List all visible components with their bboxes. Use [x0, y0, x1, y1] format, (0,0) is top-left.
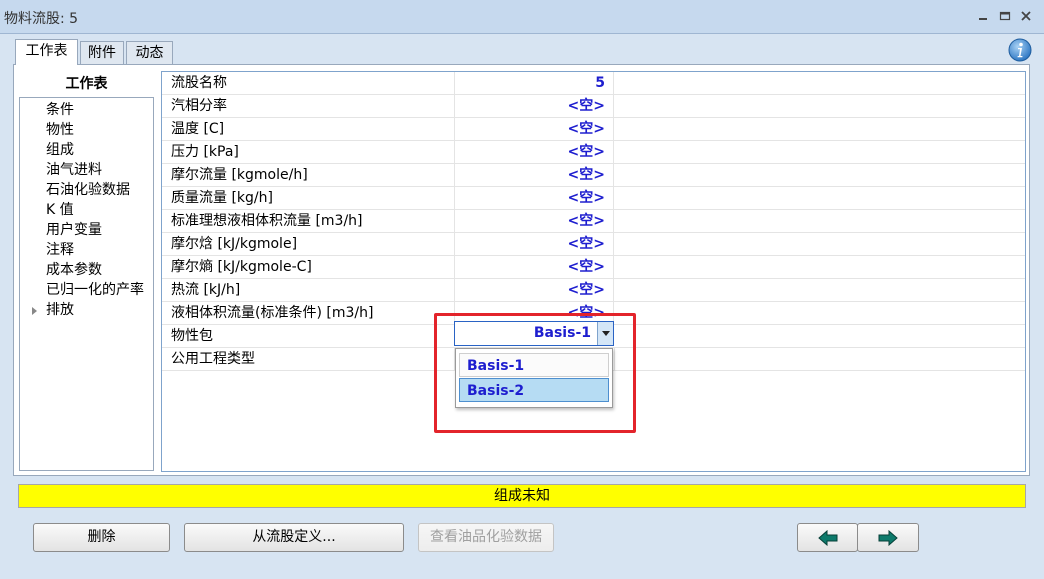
nav-tree: 条件 物性 组成 油气进料 石油化验数据 K 值 用户变量 注释 成本参数 已归… — [19, 97, 154, 471]
mass-flow-value[interactable]: <空> — [454, 187, 614, 209]
info-icon[interactable] — [1008, 38, 1032, 62]
next-button[interactable] — [857, 523, 919, 552]
row-label: 液相体积流量(标准条件) [m3/h] — [171, 305, 374, 321]
heat-flow-value[interactable]: <空> — [454, 279, 614, 301]
view-assay-button[interactable]: 查看油品化验数据 — [418, 523, 554, 552]
row-label: 物性包 — [171, 328, 213, 344]
row-label: 摩尔流量 [kgmole/h] — [171, 167, 308, 183]
previous-button[interactable] — [797, 523, 858, 552]
nav-item-emissions[interactable]: 排放 — [46, 300, 74, 320]
row-label: 公用工程类型 — [171, 351, 255, 367]
molar-enthalpy-value[interactable]: <空> — [454, 233, 614, 255]
row-label: 流股名称 — [171, 75, 227, 91]
row-label: 质量流量 [kg/h] — [171, 190, 273, 206]
table-row: 摩尔流量 [kgmole/h] <空> — [162, 164, 1025, 187]
highlight-annotation — [434, 313, 636, 433]
nav-title: 工作表 — [65, 76, 108, 92]
nav-item-conditions[interactable]: 条件 — [46, 100, 74, 120]
pressure-value[interactable]: <空> — [454, 141, 614, 163]
std-liquid-volume-flow-value[interactable]: <空> — [454, 210, 614, 232]
nav-item-petroleum-assay[interactable]: 石油化验数据 — [46, 180, 130, 200]
molar-flow-value[interactable]: <空> — [454, 164, 614, 186]
table-row: 热流 [kJ/h] <空> — [162, 279, 1025, 302]
status-bar: 组成未知 — [18, 484, 1026, 508]
temperature-value[interactable]: <空> — [454, 118, 614, 140]
arrow-right-icon — [878, 529, 898, 546]
tab-dynamics[interactable]: 动态 — [126, 41, 173, 65]
nav-item-k-value[interactable]: K 值 — [46, 200, 74, 220]
vapour-fraction-value[interactable]: <空> — [454, 95, 614, 117]
row-label: 摩尔焓 [kJ/kgmole] — [171, 236, 298, 252]
table-row: 质量流量 [kg/h] <空> — [162, 187, 1025, 210]
nav-item-notes[interactable]: 注释 — [46, 240, 74, 260]
nav-item-cost-parameters[interactable]: 成本参数 — [46, 260, 102, 280]
nav-item-properties[interactable]: 物性 — [46, 120, 74, 140]
nav-item-user-variables[interactable]: 用户变量 — [46, 220, 102, 240]
nav-item-composition[interactable]: 组成 — [46, 140, 74, 160]
table-row: 标准理想液相体积流量 [m3/h] <空> — [162, 210, 1025, 233]
tab-attachments[interactable]: 附件 — [80, 41, 124, 65]
row-label: 汽相分率 — [171, 98, 227, 114]
define-from-stream-button[interactable]: 从流股定义... — [184, 523, 404, 552]
stream-name-value[interactable]: 5 — [454, 72, 614, 94]
nav-item-oil-gas-feed[interactable]: 油气进料 — [46, 160, 102, 180]
row-label: 压力 [kPa] — [171, 144, 239, 160]
close-icon[interactable] — [1019, 9, 1033, 23]
table-row: 压力 [kPa] <空> — [162, 141, 1025, 164]
table-row: 摩尔焓 [kJ/kgmole] <空> — [162, 233, 1025, 256]
nav-item-normalized-yields[interactable]: 已归一化的产率 — [46, 280, 144, 300]
table-row: 流股名称 5 — [162, 72, 1025, 95]
row-label: 标准理想液相体积流量 [m3/h] — [171, 213, 363, 229]
arrow-left-icon — [817, 529, 837, 546]
table-row: 汽相分率 <空> — [162, 95, 1025, 118]
title-bar: 物料流股: 5 — [0, 0, 1044, 34]
tab-worksheet[interactable]: 工作表 — [15, 39, 78, 65]
window-title: 物料流股: 5 — [4, 11, 79, 27]
table-row: 温度 [C] <空> — [162, 118, 1025, 141]
table-row: 摩尔熵 [kJ/kgmole-C] <空> — [162, 256, 1025, 279]
delete-button[interactable]: 删除 — [33, 523, 170, 552]
row-label: 热流 [kJ/h] — [171, 282, 241, 298]
maximize-icon[interactable] — [998, 9, 1012, 23]
expand-arrow-icon[interactable] — [32, 307, 37, 315]
minimize-icon[interactable] — [976, 9, 990, 23]
molar-entropy-value[interactable]: <空> — [454, 256, 614, 278]
row-label: 温度 [C] — [171, 121, 225, 137]
row-label: 摩尔熵 [kJ/kgmole-C] — [171, 259, 312, 275]
